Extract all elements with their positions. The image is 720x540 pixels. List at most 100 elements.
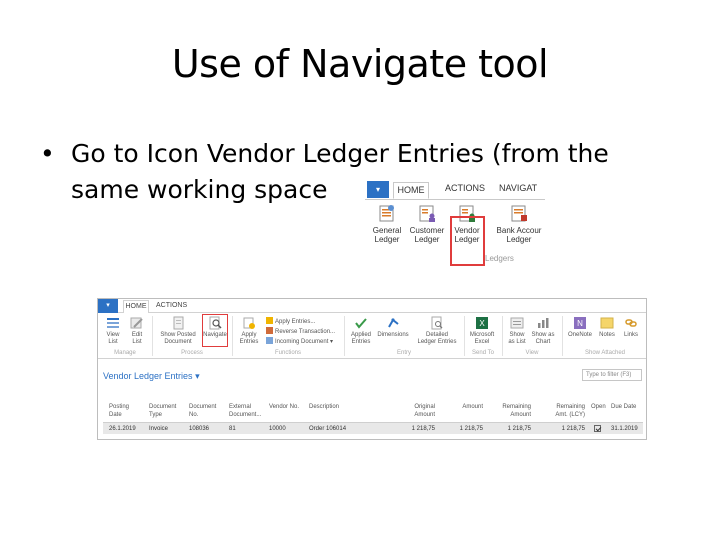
- svg-text:N: N: [577, 319, 583, 328]
- column-header-original-amount[interactable]: Original Amount: [399, 403, 435, 419]
- remaining-amt-lcy-cell: 1 218,75: [561, 426, 585, 432]
- file-menu-button[interactable]: ▾: [367, 181, 389, 198]
- column-header-remaining-amt-lcy[interactable]: Remaining Amt. (LCY): [543, 403, 585, 419]
- apply-entries-label-2: Entries: [239, 339, 259, 345]
- dimensions-label: Dimensions: [377, 332, 409, 338]
- dimensions-icon: [386, 316, 400, 330]
- apply-icon: [266, 317, 273, 324]
- ribbon-divider: [562, 316, 563, 356]
- tab-actions[interactable]: ACTIONS: [156, 302, 187, 309]
- document-icon: [171, 316, 185, 330]
- bank-account-ledger-label-1: Bank Accour: [496, 226, 542, 235]
- mini-tab-actions[interactable]: ACTIONS: [445, 183, 485, 193]
- description-cell: Order 106014: [309, 426, 347, 432]
- column-header-due-date[interactable]: Due Date: [611, 403, 636, 411]
- document-type-cell: Invoice: [149, 426, 169, 432]
- general-ledger-button[interactable]: General Ledger: [367, 204, 407, 244]
- chevron-down-icon: ▾: [330, 339, 334, 345]
- incoming-document-menu-item[interactable]: Incoming Document ▾: [266, 337, 333, 346]
- svg-text:X: X: [479, 319, 485, 328]
- reverse-transaction-menu-item[interactable]: Reverse Transaction...: [266, 327, 335, 336]
- navigate-highlight: [202, 314, 228, 347]
- file-menu-button[interactable]: ▾: [98, 299, 118, 313]
- applied-entries-button[interactable]: Applied Entries: [348, 316, 374, 346]
- page-title: Vendor Ledger Entries ▾: [103, 371, 200, 382]
- remaining-amount-cell: 1 218,75: [507, 426, 531, 432]
- ribbon-tab-bar: ▾ HOME ACTIONS: [98, 299, 646, 314]
- mini-tab-navigate[interactable]: NAVIGAT: [499, 183, 537, 193]
- due-date-cell: 31.1.2019: [611, 426, 638, 432]
- apply-entries-menu-label: Apply Entries...: [275, 319, 316, 325]
- chevron-down-icon[interactable]: ▾: [195, 371, 200, 381]
- document-no-cell: 108036: [189, 426, 210, 432]
- detailed-ledger-entries-button[interactable]: Detailed Ledger Entries: [414, 316, 460, 346]
- edit-list-label-2: List: [132, 339, 142, 345]
- filter-input[interactable]: Type to filter (F3): [582, 369, 642, 381]
- detailed-ledger-icon: [430, 316, 444, 330]
- general-ledger-label-1: General: [372, 226, 402, 235]
- show-as-chart-button[interactable]: Show as Chart: [530, 316, 556, 346]
- show-as-chart-label-1: Show as: [531, 332, 555, 338]
- column-header-posting-date[interactable]: Posting Date: [109, 403, 129, 419]
- group-send-to: Send To: [472, 350, 494, 356]
- column-header-vendor-no[interactable]: Vendor No.: [269, 403, 299, 411]
- show-as-list-label-1: Show: [509, 332, 525, 338]
- column-header-remaining-amount[interactable]: Remaining Amount: [495, 403, 531, 419]
- show-as-chart-label-2: Chart: [535, 339, 551, 345]
- general-ledger-icon: [377, 204, 397, 224]
- column-header-description[interactable]: Description: [309, 403, 339, 411]
- checkmark-icon: [354, 316, 368, 330]
- reverse-transaction-label: Reverse Transaction...: [275, 329, 336, 335]
- customer-ledger-label-2: Ledger: [414, 235, 440, 244]
- vendor-ledger-highlight: [450, 216, 485, 266]
- column-header-open[interactable]: Open: [591, 403, 606, 411]
- excel-button[interactable]: X Microsoft Excel: [468, 316, 496, 346]
- mini-tab-home[interactable]: HOME: [393, 182, 429, 199]
- vendor-no-cell: 10000: [269, 426, 286, 432]
- reverse-icon: [266, 327, 273, 334]
- notes-button[interactable]: Notes: [596, 316, 618, 339]
- posting-date-cell: 26.1.2019: [109, 426, 136, 432]
- apply-entries-menu-item[interactable]: Apply Entries...: [266, 317, 315, 326]
- excel-icon: X: [475, 316, 489, 330]
- view-list-button[interactable]: View List: [102, 316, 124, 346]
- detailed-ledger-label-1: Detailed: [425, 332, 448, 338]
- ribbon-divider: [464, 316, 465, 356]
- ribbon: View List Edit List Manage Show Posted Docu…: [98, 313, 646, 359]
- show-posted-document-button[interactable]: Show Posted Document: [156, 316, 200, 346]
- column-header-document-type[interactable]: Document Type: [149, 403, 176, 419]
- column-header-amount[interactable]: Amount: [447, 403, 483, 411]
- notes-label: Notes: [599, 332, 615, 338]
- apply-entries-button[interactable]: Apply Entries: [236, 316, 262, 346]
- group-process: Process: [181, 350, 203, 356]
- mini-ribbon: ▾ HOME ACTIONS NAVIGAT General Ledger Cu…: [365, 180, 545, 266]
- show-posted-label-2: Document: [164, 339, 192, 345]
- group-functions: Functions: [274, 350, 301, 356]
- tab-home[interactable]: HOME: [123, 300, 149, 314]
- links-button[interactable]: Links: [620, 316, 642, 339]
- page-title-text: Vendor Ledger Entries: [103, 371, 193, 381]
- detailed-ledger-label-2: Ledger Entries: [417, 339, 457, 345]
- group-manage: Manage: [114, 350, 136, 356]
- bullet-dot: •: [40, 139, 55, 168]
- view-list-label-1: View: [106, 332, 120, 338]
- applied-entries-label-1: Applied: [350, 332, 371, 338]
- dimensions-button[interactable]: Dimensions: [376, 316, 410, 339]
- links-label: Links: [623, 332, 638, 338]
- general-ledger-label-2: Ledger: [374, 235, 400, 244]
- excel-label-2: Excel: [474, 339, 490, 345]
- table-row[interactable]: 26.1.2019 Invoice 108036 81 10000 Order …: [103, 422, 643, 434]
- bank-account-ledger-button[interactable]: Bank Accour Ledger: [493, 204, 545, 244]
- show-as-list-button[interactable]: Show as List: [506, 316, 528, 346]
- open-checkbox[interactable]: [594, 425, 601, 432]
- customer-ledger-icon: [417, 204, 437, 224]
- onenote-button[interactable]: N OneNote: [566, 316, 594, 339]
- customer-ledger-button[interactable]: Customer Ledger: [407, 204, 447, 244]
- column-header-document-no[interactable]: Document No.: [189, 403, 216, 419]
- group-entry: Entry: [396, 350, 411, 356]
- column-header-external-document[interactable]: External Document...: [229, 403, 261, 419]
- list-view-icon: [510, 316, 524, 330]
- ribbon-divider: [502, 316, 503, 356]
- bank-account-ledger-icon: [509, 204, 529, 224]
- edit-list-button[interactable]: Edit List: [126, 316, 148, 346]
